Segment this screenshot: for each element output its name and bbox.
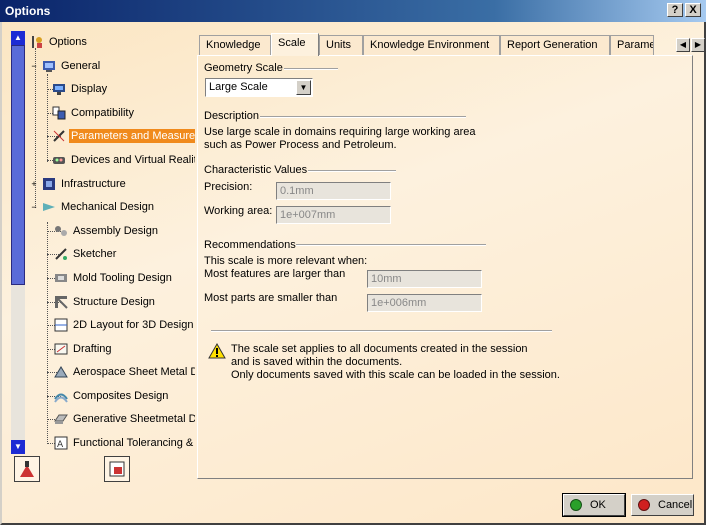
tree-item-structure-design[interactable]: Structure Design: [53, 293, 157, 311]
tab-knowledge[interactable]: Knowledge: [199, 35, 271, 55]
mechanical-design-icon: [41, 199, 57, 215]
mold-icon: [53, 270, 69, 286]
group-divider: [296, 244, 486, 246]
collapse-toggle-icon[interactable]: −: [29, 58, 39, 74]
geometry-scale-select[interactable]: Large Scale ▼: [205, 78, 313, 97]
scroll-down-icon[interactable]: ▼: [11, 440, 25, 454]
note-text-2: and is saved within the documents.: [231, 356, 403, 368]
tree-item-devices-vr[interactable]: Devices and Virtual Reality: [51, 151, 195, 169]
note-text-1: The scale set applies to all documents c…: [231, 343, 528, 355]
close-button[interactable]: X: [685, 3, 701, 17]
working-area-field: 1e+007mm: [276, 206, 391, 224]
aerospace-icon: [53, 364, 69, 380]
assembly-icon: [53, 223, 69, 239]
sketcher-icon: [53, 246, 69, 262]
tree-item-display[interactable]: Display: [51, 80, 109, 98]
sheetmetal-icon: [53, 411, 69, 427]
options-icon: [29, 34, 45, 50]
ok-icon: [570, 499, 582, 511]
tree-item-compatibility[interactable]: Compatibility: [51, 104, 136, 122]
tree-item-parameters-and-measure[interactable]: Parameters and Measure: [51, 127, 195, 145]
precision-field: 0.1mm: [276, 182, 391, 200]
ok-label: OK: [590, 499, 606, 511]
composites-icon: [53, 388, 69, 404]
warning-icon: [208, 343, 226, 359]
tree-item-functional-tolerancing[interactable]: A Functional Tolerancing & A: [53, 434, 195, 452]
cancel-icon: [638, 499, 650, 511]
features-larger-label: Most features are larger than: [204, 268, 346, 280]
tree-item-general[interactable]: − General: [29, 57, 102, 75]
reset-options-button[interactable]: [14, 456, 40, 482]
tree-item-aerospace-sheet-metal[interactable]: Aerospace Sheet Metal D: [53, 363, 195, 381]
tab-units[interactable]: Units: [319, 35, 363, 55]
tree-item-assembly-design[interactable]: Assembly Design: [53, 222, 160, 240]
tab-knowledge-environment[interactable]: Knowledge Environment: [363, 35, 500, 55]
ok-button[interactable]: OK: [562, 493, 626, 517]
tree-item-mechanical-design[interactable]: − Mechanical Design: [29, 198, 156, 216]
description-text-2: such as Power Process and Petroleum.: [204, 139, 397, 151]
tree-item-infrastructure[interactable]: + Infrastructure: [29, 175, 128, 193]
tab-scroll-left-icon[interactable]: ◀: [676, 38, 690, 52]
tab-bar: Knowledge Scale Units Knowledge Environm…: [198, 33, 705, 56]
scroll-up-icon[interactable]: ▲: [11, 31, 25, 45]
reset-icon: [20, 461, 34, 477]
parameters-icon: [51, 128, 67, 144]
group-divider: [260, 116, 466, 118]
tree-item-mold-tooling[interactable]: Mold Tooling Design: [53, 269, 174, 287]
tab-scale[interactable]: Scale: [271, 33, 319, 56]
help-button[interactable]: ?: [667, 3, 683, 17]
infrastructure-icon: [41, 176, 57, 192]
tab-scroll-right-icon[interactable]: ▶: [691, 38, 705, 52]
general-icon: [41, 58, 57, 74]
expand-toggle-icon[interactable]: +: [29, 176, 39, 192]
parts-smaller-field: 1e+006mm: [367, 294, 482, 312]
tree-item-options[interactable]: Options: [29, 33, 89, 51]
scale-panel: [197, 55, 693, 479]
tab-parameters[interactable]: Parame: [610, 35, 654, 55]
scroll-thumb[interactable]: [11, 45, 25, 285]
precision-label: Precision:: [204, 181, 253, 193]
parts-smaller-label: Most parts are smaller than: [204, 292, 338, 304]
description-text-1: Use large scale in domains requiring lar…: [204, 126, 476, 138]
lock-options-button[interactable]: [104, 456, 130, 482]
settings-lock-icon: [109, 461, 125, 477]
cancel-button[interactable]: Cancel: [631, 494, 694, 516]
display-icon: [51, 81, 67, 97]
tab-report-generation[interactable]: Report Generation: [500, 35, 610, 55]
group-divider: [308, 170, 396, 172]
compatibility-icon: [51, 105, 67, 121]
geometry-scale-value: Large Scale: [209, 81, 268, 93]
characteristic-values-label: Characteristic Values: [204, 164, 308, 176]
tree-scrollbar[interactable]: ▲ ▼: [11, 31, 25, 454]
recommendations-text: This scale is more relevant when:: [204, 255, 368, 267]
features-larger-field: 10mm: [367, 270, 482, 288]
chevron-down-icon[interactable]: ▼: [296, 80, 311, 95]
recommendations-label: Recommendations: [204, 239, 296, 251]
drafting-icon: [53, 341, 69, 357]
note-text-3: Only documents saved with this scale can…: [231, 369, 560, 381]
title-bar: Options ? X: [0, 0, 706, 22]
group-divider: [284, 68, 338, 70]
tolerancing-icon: A: [53, 435, 69, 451]
tree-item-composites-design[interactable]: Composites Design: [53, 387, 170, 405]
description-label: Description: [204, 110, 260, 122]
collapse-toggle-icon[interactable]: −: [29, 199, 39, 215]
note-divider: [211, 330, 552, 332]
cancel-label: Cancel: [658, 499, 693, 511]
layout-icon: [53, 317, 69, 333]
window-title: Options: [5, 4, 51, 18]
geometry-scale-label: Geometry Scale: [204, 62, 283, 74]
svg-text:A: A: [57, 440, 64, 450]
tree-item-drafting[interactable]: Drafting: [53, 340, 114, 358]
working-area-label: Working area:: [204, 205, 273, 217]
tree-item-sketcher[interactable]: Sketcher: [53, 245, 118, 263]
devices-icon: [51, 152, 67, 168]
tree-item-2d-layout[interactable]: 2D Layout for 3D Design: [53, 316, 195, 334]
tree-item-generative-sheetmetal[interactable]: Generative Sheetmetal De: [53, 410, 195, 428]
structure-icon: [53, 294, 69, 310]
options-tree: Options − General Display Compatibility …: [27, 30, 195, 454]
